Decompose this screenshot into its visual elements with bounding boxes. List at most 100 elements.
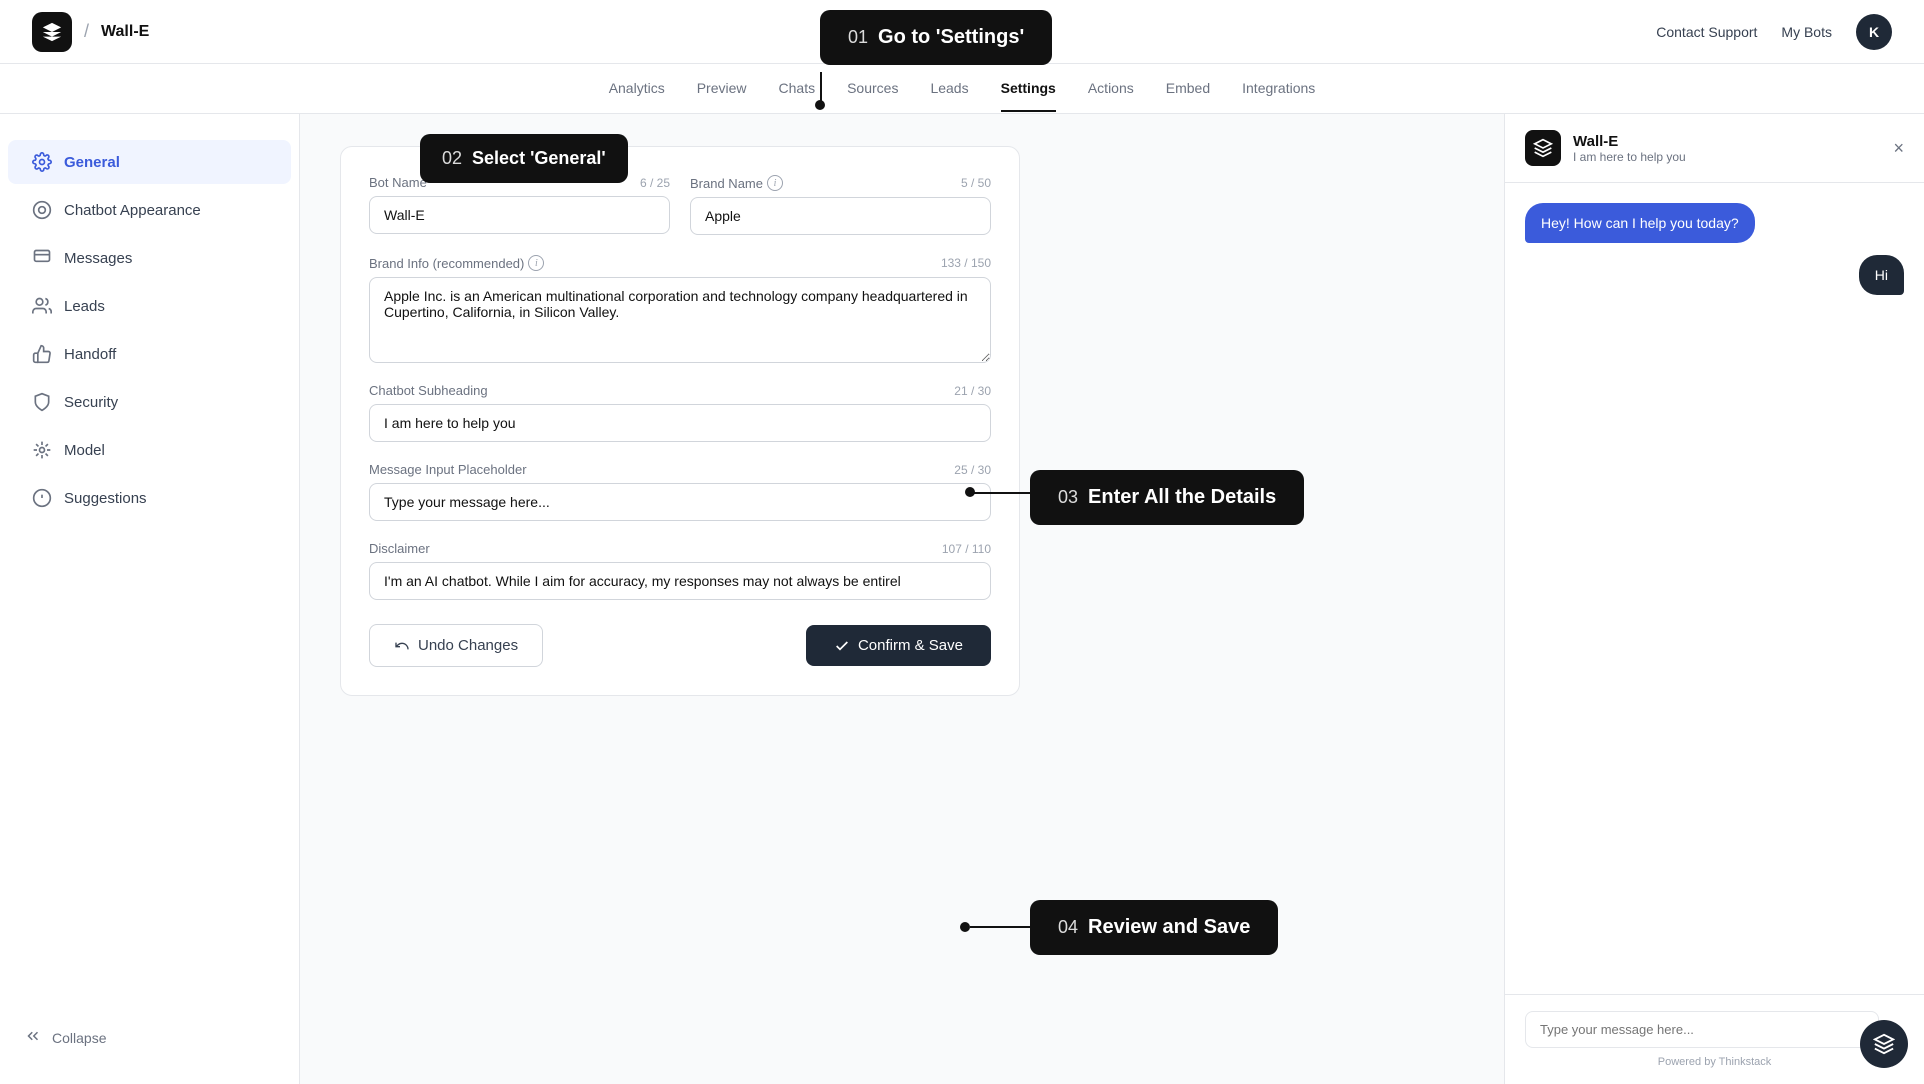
tab-chats[interactable]: Chats <box>779 66 816 112</box>
security-icon <box>32 392 52 412</box>
tab-preview[interactable]: Preview <box>697 66 747 112</box>
breadcrumb-sep: / <box>84 21 89 42</box>
sidebar-item-handoff[interactable]: Handoff <box>8 332 291 376</box>
chat-close-button[interactable]: × <box>1893 138 1904 159</box>
brand-name-info-icon: i <box>767 175 783 191</box>
sidebar-item-label: Suggestions <box>64 490 147 507</box>
chat-input-row: ➤ <box>1525 1011 1904 1048</box>
topbar-right: Contact Support My Bots K <box>1656 14 1892 50</box>
brand-info-label: Brand Info (recommended) i <box>369 255 544 271</box>
sidebar-item-leads[interactable]: Leads <box>8 284 291 328</box>
checkmark-icon <box>834 638 850 654</box>
callout-2-text: Select 'General' <box>472 148 606 169</box>
sidebar-collapse-button[interactable]: Collapse <box>0 1015 299 1060</box>
sidebar-item-chatbot-appearance[interactable]: Chatbot Appearance <box>8 188 291 232</box>
brand-name-input[interactable] <box>690 197 991 235</box>
undo-changes-button[interactable]: Undo Changes <box>369 624 543 667</box>
sidebar-spacer <box>0 522 299 1015</box>
disclaimer-input[interactable] <box>369 562 991 600</box>
collapse-icon <box>24 1027 42 1048</box>
chat-bot-subheading: I am here to help you <box>1573 150 1686 164</box>
bot-name-count: 6 / 25 <box>640 176 670 190</box>
bot-name-label: Bot Name <box>369 175 427 190</box>
sidebar-item-security[interactable]: Security <box>8 380 291 424</box>
contact-support-link[interactable]: Contact Support <box>1656 24 1757 40</box>
action-buttons: Undo Changes Confirm & Save <box>369 624 991 667</box>
appearance-icon <box>32 200 52 220</box>
messages-icon <box>32 248 52 268</box>
chat-user-message: Hi <box>1859 255 1904 295</box>
chat-bot-name: Wall-E <box>1573 133 1686 150</box>
suggestions-icon <box>32 488 52 508</box>
sidebar-item-model[interactable]: Model <box>8 428 291 472</box>
undo-icon <box>394 638 410 654</box>
placeholder-count: 25 / 30 <box>954 463 991 477</box>
tab-embed[interactable]: Embed <box>1166 66 1210 112</box>
sidebar-item-label: Model <box>64 442 105 459</box>
bot-name-input[interactable] <box>369 196 670 234</box>
sidebar: General Chatbot Appearance Messages Lead… <box>0 114 300 1084</box>
callout-2-num: 02 <box>442 148 462 169</box>
sidebar-item-messages[interactable]: Messages <box>8 236 291 280</box>
subheading-label: Chatbot Subheading <box>369 383 488 398</box>
tab-analytics[interactable]: Analytics <box>609 66 665 112</box>
subheading-count: 21 / 30 <box>954 384 991 398</box>
topbar: / Wall-E Contact Support My Bots K <box>0 0 1924 64</box>
handoff-icon <box>32 344 52 364</box>
placeholder-label: Message Input Placeholder <box>369 462 527 477</box>
name-row: Bot Name 6 / 25 Brand Name i 5 / 50 <box>369 175 991 235</box>
sidebar-item-suggestions[interactable]: Suggestions <box>8 476 291 520</box>
content-area: Bot Name 6 / 25 Brand Name i 5 / 50 <box>300 114 1504 1084</box>
confirm-save-button[interactable]: Confirm & Save <box>806 625 991 666</box>
disclaimer-group: Disclaimer 107 / 110 <box>369 541 991 600</box>
callout-2: 02 Select 'General' <box>420 134 628 183</box>
brand-info-textarea[interactable]: Apple Inc. is an American multinational … <box>369 277 991 363</box>
leads-icon <box>32 296 52 316</box>
brand-name-label: Brand Name i <box>690 175 783 191</box>
chat-header-left: Wall-E I am here to help you <box>1525 130 1686 166</box>
topbar-left: / Wall-E <box>32 12 149 52</box>
my-bots-link[interactable]: My Bots <box>1781 24 1832 40</box>
sidebar-item-label: Handoff <box>64 346 116 363</box>
powered-by-label: Powered by Thinkstack <box>1525 1056 1904 1068</box>
subheading-group: Chatbot Subheading 21 / 30 <box>369 383 991 442</box>
brand-name-count: 5 / 50 <box>961 176 991 190</box>
tab-sources[interactable]: Sources <box>847 66 898 112</box>
brand-info-group: Brand Info (recommended) i 133 / 150 App… <box>369 255 991 363</box>
model-icon <box>32 440 52 460</box>
gear-icon <box>32 152 52 172</box>
disclaimer-label: Disclaimer <box>369 541 430 556</box>
app-logo[interactable] <box>32 12 72 52</box>
placeholder-group: Message Input Placeholder 25 / 30 <box>369 462 991 521</box>
main-layout: General Chatbot Appearance Messages Lead… <box>0 114 1924 1084</box>
tab-integrations[interactable]: Integrations <box>1242 66 1315 112</box>
collapse-label: Collapse <box>52 1030 106 1046</box>
placeholder-input[interactable] <box>369 483 991 521</box>
tab-settings[interactable]: Settings <box>1001 66 1056 112</box>
avatar[interactable]: K <box>1856 14 1892 50</box>
brand-info-count: 133 / 150 <box>941 256 991 270</box>
nav-tabs: Analytics Preview Chats Sources Leads Se… <box>0 64 1924 114</box>
tab-actions[interactable]: Actions <box>1088 66 1134 112</box>
sidebar-item-general[interactable]: General <box>8 140 291 184</box>
chat-body: Hey! How can I help you today? Hi <box>1505 183 1924 994</box>
chat-panel: Wall-E I am here to help you × Hey! How … <box>1504 114 1924 1084</box>
subheading-input[interactable] <box>369 404 991 442</box>
sidebar-item-label: Messages <box>64 250 132 267</box>
bot-name-group: Bot Name 6 / 25 <box>369 175 670 235</box>
sidebar-item-label: Chatbot Appearance <box>64 202 201 219</box>
sidebar-item-label: General <box>64 154 120 171</box>
settings-form: Bot Name 6 / 25 Brand Name i 5 / 50 <box>340 146 1020 696</box>
chat-header: Wall-E I am here to help you × <box>1505 114 1924 183</box>
brand-name-group: Brand Name i 5 / 50 <box>690 175 991 235</box>
page-title: Wall-E <box>101 23 149 41</box>
brand-info-icon: i <box>528 255 544 271</box>
sidebar-item-label: Leads <box>64 298 105 315</box>
chat-bot-message: Hey! How can I help you today? <box>1525 203 1755 243</box>
chat-bot-logo <box>1525 130 1561 166</box>
tab-leads[interactable]: Leads <box>930 66 968 112</box>
chat-fab-button[interactable] <box>1860 1020 1908 1068</box>
chat-input[interactable] <box>1525 1011 1879 1048</box>
chat-bot-info: Wall-E I am here to help you <box>1573 133 1686 164</box>
disclaimer-count: 107 / 110 <box>942 542 991 556</box>
